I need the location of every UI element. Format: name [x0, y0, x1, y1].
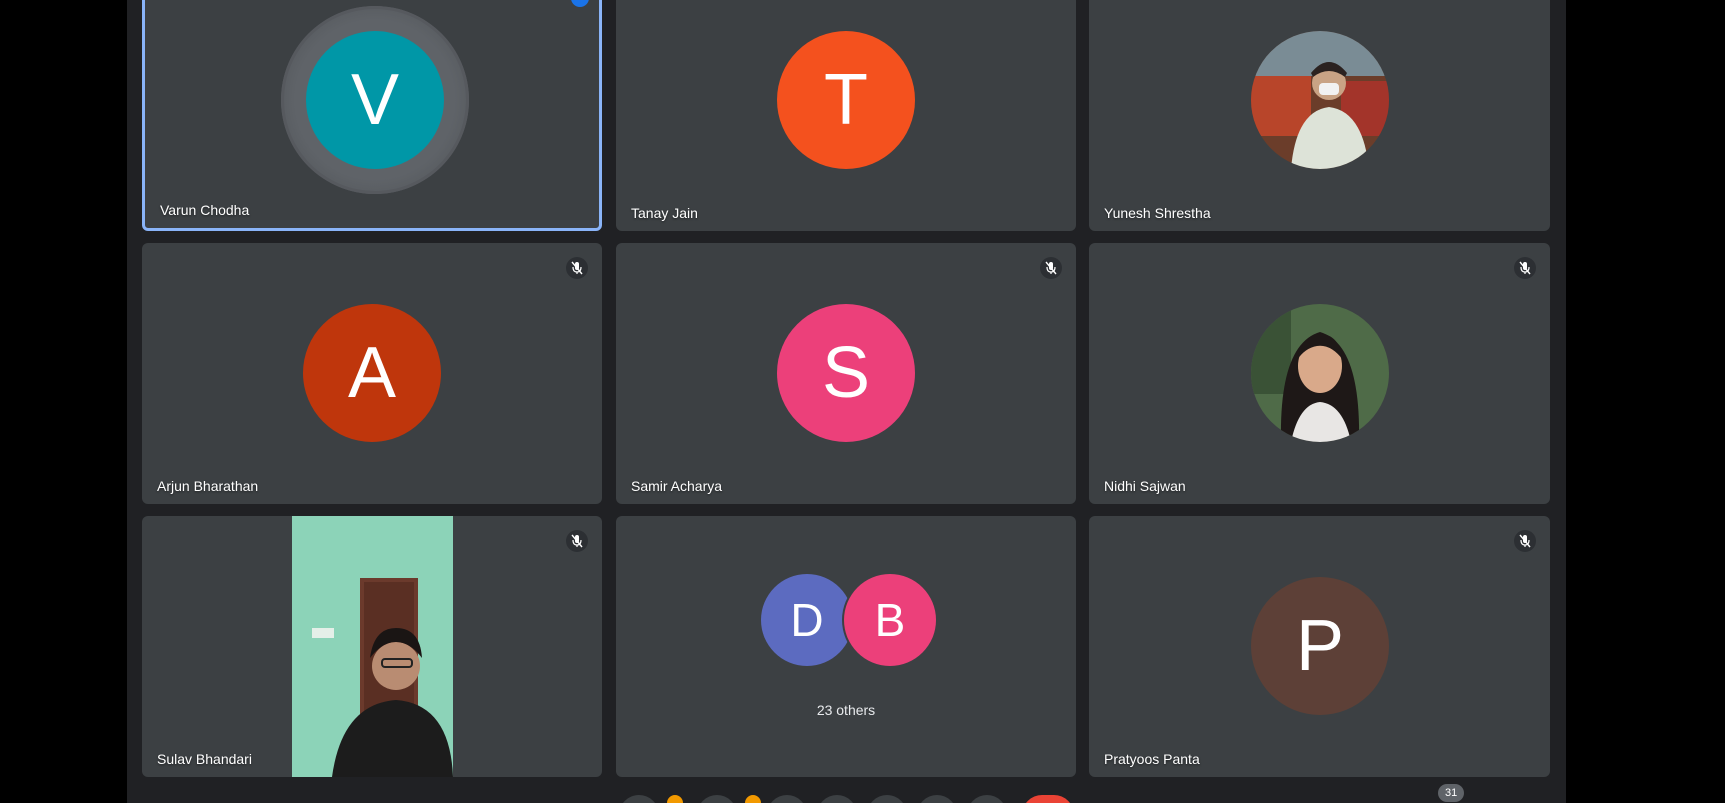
- mic-off-icon: [1514, 257, 1536, 279]
- participant-tile-tanay[interactable]: T Tanay Jain: [616, 0, 1076, 231]
- present-button[interactable]: [867, 795, 907, 803]
- avatar: B: [844, 574, 936, 666]
- mic-button[interactable]: [619, 795, 659, 803]
- participant-name: Varun Chodha: [160, 202, 250, 218]
- participant-name: Nidhi Sajwan: [1104, 478, 1186, 494]
- captions-button[interactable]: [767, 795, 807, 803]
- camera-button[interactable]: [697, 795, 737, 803]
- mic-off-icon: [1040, 257, 1062, 279]
- video-feed: [292, 516, 453, 777]
- avatar: P: [1251, 577, 1389, 715]
- mic-off-icon: [566, 257, 588, 279]
- participant-name: Pratyoos Panta: [1104, 751, 1200, 767]
- participant-name: Arjun Bharathan: [157, 478, 259, 494]
- avatar: D: [761, 574, 853, 666]
- participant-name: Samir Acharya: [631, 478, 723, 494]
- pin-indicator-icon: [571, 0, 589, 7]
- participant-tile-arjun[interactable]: A Arjun Bharathan: [142, 243, 602, 504]
- avatar: A: [303, 304, 441, 442]
- reactions-button[interactable]: [967, 795, 1007, 803]
- participant-tile-varun[interactable]: V Varun Chodha: [142, 0, 602, 231]
- others-label: 23 others: [816, 702, 876, 718]
- others-tile[interactable]: D B 23 others: [616, 516, 1076, 777]
- participant-tile-sulav[interactable]: Sulav Bhandari: [142, 516, 602, 777]
- participant-name: Tanay Jain: [631, 205, 698, 221]
- participant-tile-samir[interactable]: S Samir Acharya: [616, 243, 1076, 504]
- avatar: V: [306, 31, 444, 169]
- end-call-button[interactable]: [1022, 795, 1074, 803]
- participant-name: Sulav Bhandari: [157, 751, 252, 767]
- participant-tile-nidhi[interactable]: Nidhi Sajwan: [1089, 243, 1550, 504]
- mic-off-icon: [566, 530, 588, 552]
- meeting-grid: V Varun Chodha T Tanay Jain Yunesh Shres…: [127, 0, 1566, 803]
- avatar-photo: [1251, 304, 1389, 442]
- mic-off-icon: [1514, 530, 1536, 552]
- participant-count-badge: 31: [1438, 784, 1465, 802]
- participant-tile-pratyoos[interactable]: P Pratyoos Panta: [1089, 516, 1550, 777]
- avatar: T: [777, 31, 915, 169]
- participant-name: Yunesh Shrestha: [1104, 205, 1211, 221]
- mic-alert-icon: [667, 795, 683, 803]
- avatar: S: [777, 304, 915, 442]
- avatar-photo: [1251, 31, 1389, 169]
- more-options-button[interactable]: [917, 795, 957, 803]
- camera-alert-icon: [745, 795, 761, 803]
- participant-tile-yunesh[interactable]: Yunesh Shrestha: [1089, 0, 1550, 231]
- raise-hand-button[interactable]: [817, 795, 857, 803]
